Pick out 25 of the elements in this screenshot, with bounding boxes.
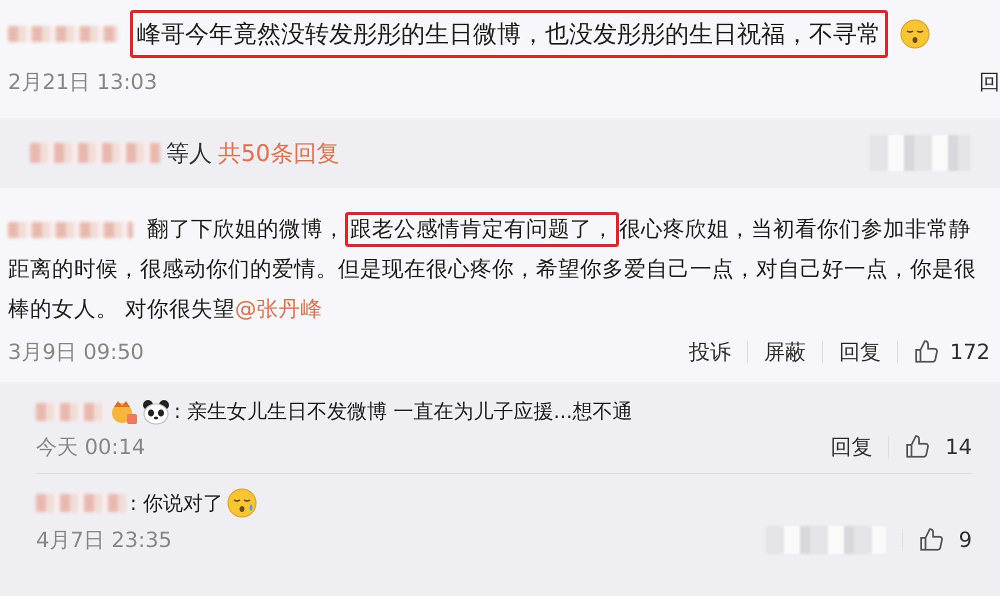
comment-time: 2月21日 13:03 <box>8 69 158 96</box>
sub-reply-text: : 你说对了 <box>130 490 224 516</box>
reply-time: 3月9日 09:50 <box>8 339 144 366</box>
reply-text: 翻了下欣姐的微博， 跟老公感情肯定有问题了， 很心疼欣姐，当初看你们参加非常静距离的时候，很感动你们的爱情。但是现在很心疼你，希望你多爱自己一点，对自己好一点，你是很棒的女人。 对你很失望@张丹峰 <box>8 210 990 330</box>
thumbs-up-icon[interactable] <box>914 339 940 365</box>
action-link[interactable]: 回复 <box>838 338 881 366</box>
sub-reply-text: : 亲生女儿生日不发微博 一直在为儿子应援...想不通 <box>174 398 633 425</box>
reply-summary-bar[interactable]: 等人 共50条回复 <box>0 118 1000 188</box>
thumbs-up-icon[interactable] <box>905 434 932 460</box>
comment-text: 峰哥今年竟然没转发彤彤的生日微博，也没发彤彤的生日祝福，不寻常 <box>130 10 888 58</box>
sweat-emoji-icon <box>227 488 258 518</box>
like-count: 14 <box>945 435 972 459</box>
like-count: 9 <box>958 528 972 552</box>
reply-link[interactable]: 回 <box>979 68 1000 96</box>
thumbs-up-icon[interactable] <box>918 527 945 553</box>
member-badge-icon <box>110 398 138 424</box>
reply-summary-text: 等人 <box>166 140 212 168</box>
action-link[interactable]: 屏蔽 <box>764 338 806 366</box>
sub-reply-time: 今天 00:14 <box>36 434 146 461</box>
panda-emoji-icon <box>142 398 170 424</box>
like-count: 172 <box>950 340 990 364</box>
reply-link[interactable]: 回复 <box>830 433 872 461</box>
sub-reply-time: 4月7日 23:35 <box>36 527 172 554</box>
action-link[interactable]: 投诉 <box>688 338 731 366</box>
blurred-username <box>36 402 106 420</box>
